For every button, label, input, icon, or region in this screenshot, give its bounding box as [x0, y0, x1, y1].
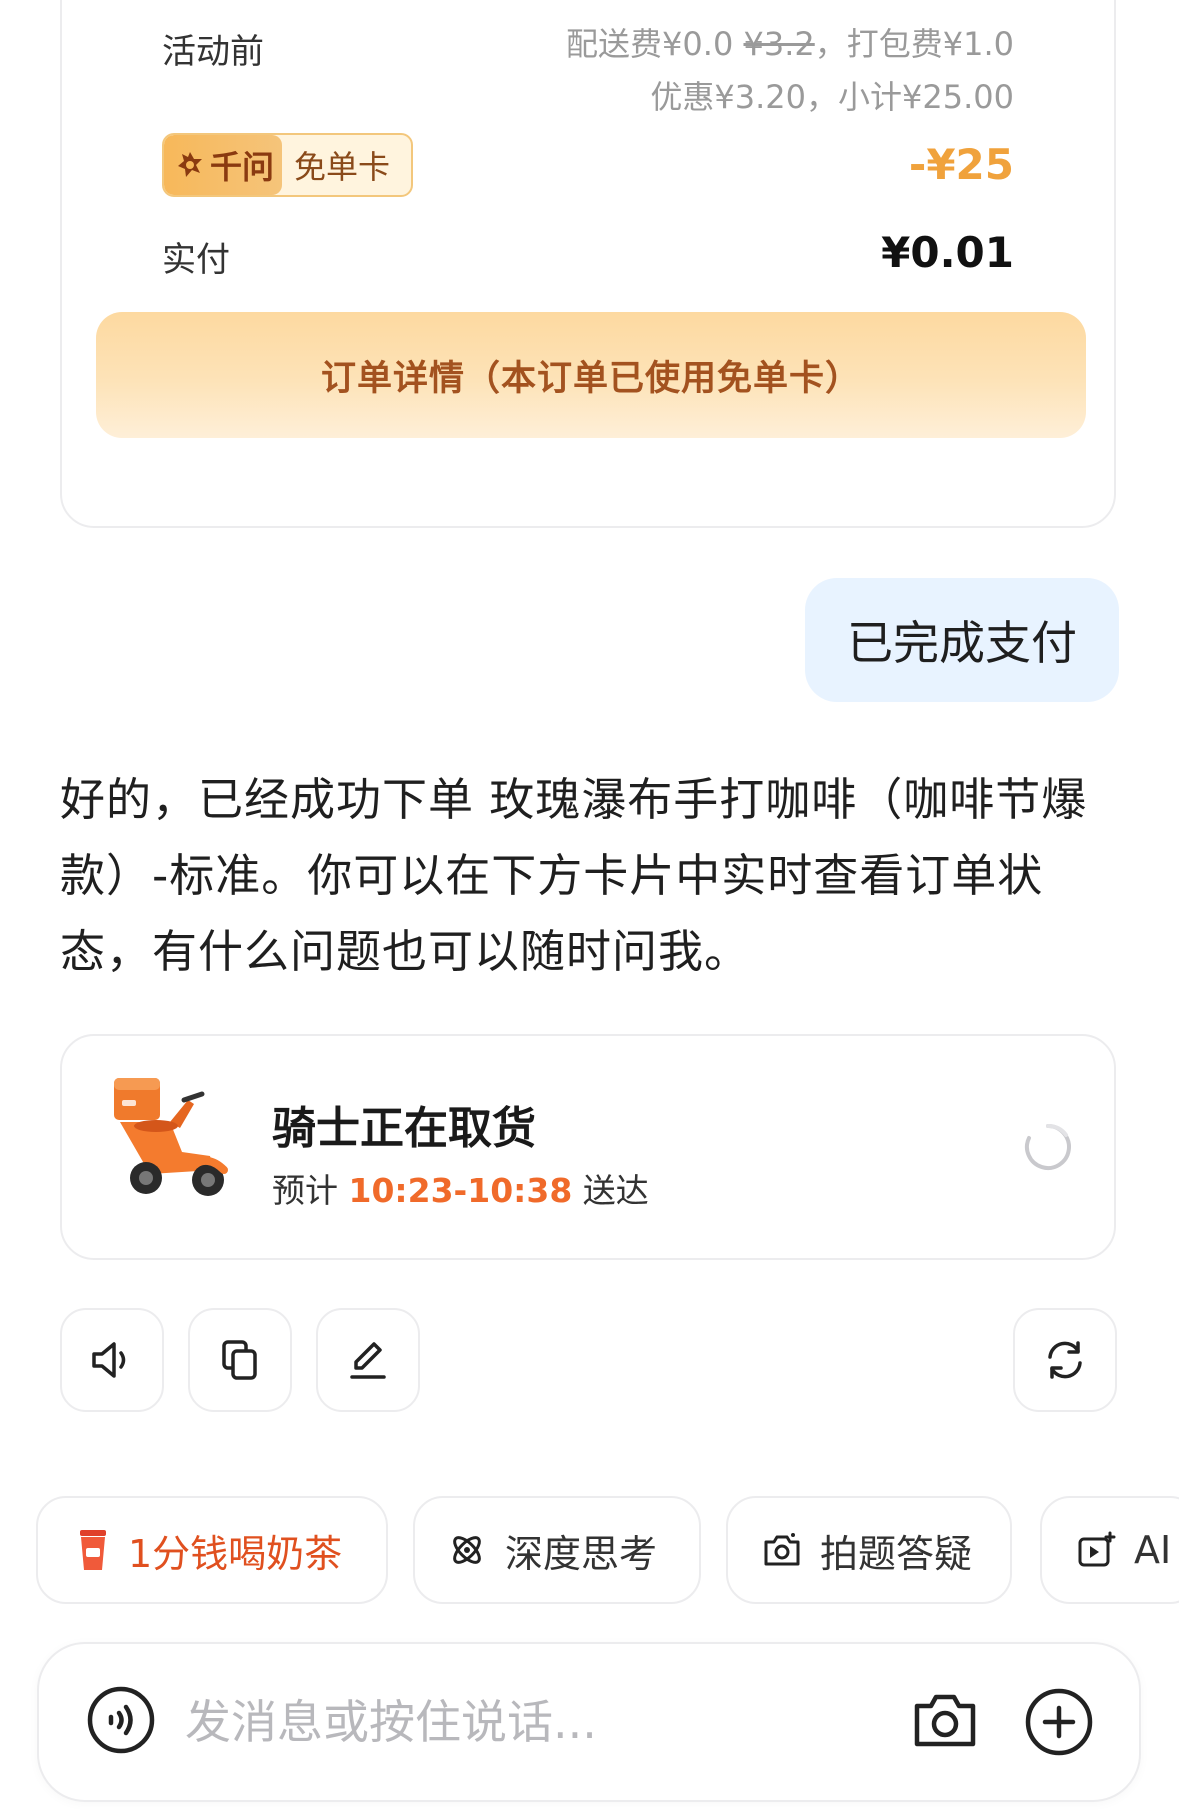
delivery-status-title: 骑士正在取货	[272, 1103, 536, 1154]
delivery-fee: 配送费¥0.0	[566, 25, 734, 63]
discount-subtotal: 优惠¥3.20，小计¥25.00	[650, 78, 1014, 116]
message-input[interactable]	[185, 1682, 785, 1762]
delivery-eta: 预计 10:23-10:38 送达	[272, 1164, 649, 1212]
order-detail-button[interactable]: 订单详情（本订单已使用免单卡）	[96, 312, 1086, 438]
regenerate-button[interactable]	[1013, 1308, 1117, 1412]
camera-icon[interactable]	[911, 1688, 979, 1752]
ai-video-icon	[1076, 1530, 1116, 1570]
original-delivery-fee: ¥3.2	[743, 25, 815, 63]
chip-photo-question[interactable]: 拍题答疑	[726, 1496, 1012, 1604]
delivery-status-card[interactable]: 骑士正在取货 预计 10:23-10:38 送达	[60, 1034, 1116, 1260]
before-promo-label: 活动前	[162, 32, 264, 72]
plus-icon[interactable]	[1023, 1686, 1095, 1758]
refresh-icon[interactable]	[1022, 1121, 1074, 1173]
discount-amount: -¥25	[908, 140, 1014, 189]
chip-milk-tea[interactable]: 1分钱喝奶茶	[36, 1496, 388, 1604]
chip-label: 拍题答疑	[820, 1531, 973, 1576]
fee-breakdown: 配送费¥0.0 ¥3.2，打包费¥1.0 优惠¥3.20，小计¥25.00	[566, 18, 1014, 124]
qianwen-logo-icon	[178, 152, 202, 177]
badge-brand-text: 千问	[210, 148, 275, 186]
deep-think-icon	[447, 1530, 487, 1570]
copy-button[interactable]	[188, 1308, 292, 1412]
chip-deep-think[interactable]: 深度思考	[413, 1496, 701, 1604]
chip-label: AI	[1134, 1528, 1172, 1572]
packing-fee: ，打包费¥1.0	[814, 25, 1014, 63]
read-aloud-button[interactable]	[60, 1308, 164, 1412]
speaker-icon	[92, 1342, 126, 1378]
edit-button[interactable]	[316, 1308, 420, 1412]
edit-icon	[350, 1342, 386, 1379]
scooter-icon	[114, 1078, 228, 1196]
copy-icon	[222, 1340, 257, 1380]
chip-label: 1分钱喝奶茶	[128, 1531, 343, 1576]
message-input-bar	[37, 1642, 1141, 1802]
chip-ai[interactable]: AI	[1040, 1496, 1179, 1604]
user-message-bubble: 已完成支付	[805, 578, 1119, 702]
voice-icon[interactable]	[85, 1684, 157, 1756]
photo-question-icon	[762, 1530, 802, 1570]
badge-kind-text: 免单卡	[294, 148, 391, 186]
assistant-message: 好的，已经成功下单 玫瑰瀑布手打咖啡（咖啡节爆款）-标准。你可以在下方卡片中实时…	[60, 773, 1088, 978]
eta-prefix: 预计	[272, 1171, 349, 1210]
payment-summary-card: 活动前 配送费¥0.0 ¥3.2，打包费¥1.0 优惠¥3.20，小计¥25.0…	[60, 0, 1116, 528]
paid-label: 实付	[162, 240, 230, 280]
eta-time: 10:23-10:38	[348, 1171, 573, 1210]
eta-suffix: 送达	[572, 1171, 649, 1210]
milk-tea-icon	[76, 1528, 110, 1572]
free-order-card-badge: 千问 免单卡	[162, 133, 413, 197]
qianwen-brand-tag: 千问	[164, 135, 283, 195]
chip-label: 深度思考	[505, 1531, 658, 1576]
paid-amount: ¥0.01	[881, 228, 1014, 277]
regenerate-icon	[1048, 1341, 1082, 1379]
